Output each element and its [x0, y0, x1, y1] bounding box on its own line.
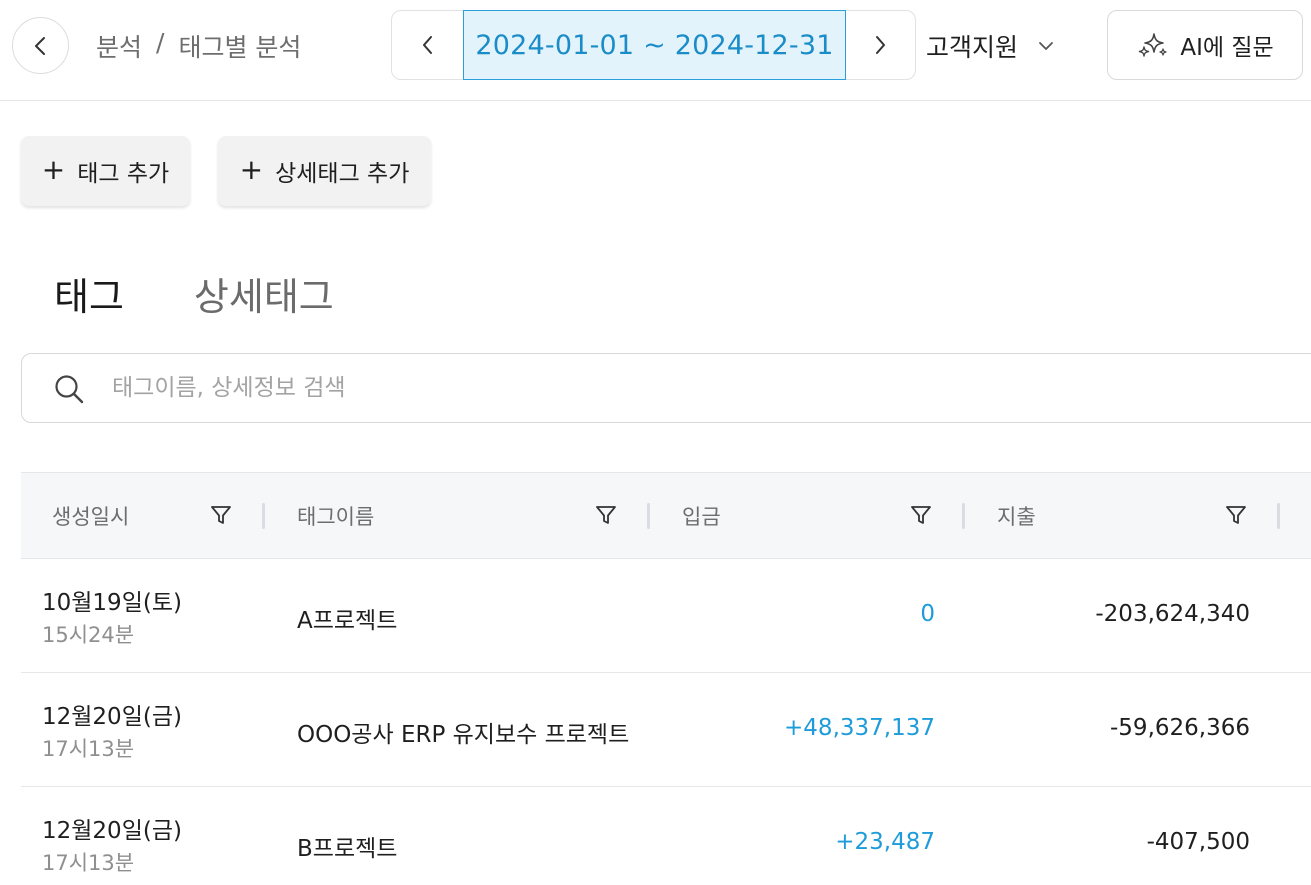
table-row[interactable]: 12월20일(금) 17시13분 OOO공사 ERP 유지보수 프로젝트 +48…: [21, 672, 1311, 786]
table-row[interactable]: 10월19일(토) 15시24분 A프로젝트 0 -203,624,340: [21, 558, 1311, 672]
column-resize-handle[interactable]: [1277, 503, 1280, 529]
row-income: 0: [920, 601, 935, 627]
row-tag-name: A프로젝트: [297, 608, 398, 634]
table-header: 생성일시 태그이름 입금 지출: [21, 472, 1311, 558]
breadcrumb-separator: /: [156, 28, 165, 57]
search-icon: [55, 375, 84, 404]
column-resize-handle[interactable]: [262, 503, 265, 529]
row-tag-name: OOO공사 ERP 유지보수 프로젝트: [297, 722, 630, 748]
breadcrumb: 분석 / 태그별 분석: [96, 28, 301, 64]
previous-period-button[interactable]: [392, 11, 463, 79]
column-header-expense: 지출: [997, 505, 1036, 529]
column-header-created: 생성일시: [52, 505, 130, 529]
column-header-income: 입금: [682, 505, 721, 529]
chevron-right-icon: [876, 36, 885, 54]
table-row[interactable]: 12월20일(금) 17시13분 B프로젝트 +23,487 -407,500: [21, 786, 1311, 885]
add-tag-label: 태그 추가: [77, 161, 170, 187]
add-tag-button[interactable]: + 태그 추가: [21, 136, 190, 206]
column-header-name: 태그이름: [297, 505, 375, 529]
filter-icon[interactable]: [1225, 504, 1247, 526]
tab-bar: 태그 상세태그: [54, 266, 334, 321]
filter-icon[interactable]: [910, 504, 932, 526]
organization-dropdown-value: 고객지원: [926, 33, 1019, 62]
tab-detail-tag[interactable]: 상세태그: [194, 266, 334, 321]
top-bar: 분석 / 태그별 분석 2024-01-01 ~ 2024-12-31 고객지원…: [0, 0, 1311, 101]
row-date: 12월20일(금): [42, 818, 182, 844]
column-resize-handle[interactable]: [647, 503, 650, 529]
tag-table: 생성일시 태그이름 입금 지출 10월19일(토) 15시24분 A프로젝트 0…: [21, 472, 1311, 885]
chevron-left-icon: [34, 36, 45, 55]
sparkles-icon: [1139, 33, 1167, 57]
column-resize-handle[interactable]: [962, 503, 965, 529]
row-tag-name: B프로젝트: [297, 836, 398, 862]
row-date: 10월19일(토): [42, 590, 182, 616]
breadcrumb-parent[interactable]: 분석: [96, 28, 142, 64]
add-detail-tag-button[interactable]: + 상세태그 추가: [218, 136, 431, 206]
date-range-picker: 2024-01-01 ~ 2024-12-31: [391, 10, 916, 80]
row-expense: -407,500: [1146, 829, 1250, 855]
row-income: +48,337,137: [784, 715, 935, 741]
row-expense: -59,626,366: [1110, 715, 1250, 741]
back-button[interactable]: [12, 17, 69, 74]
plus-icon: +: [239, 152, 264, 186]
organization-dropdown[interactable]: 고객지원: [926, 28, 1054, 64]
next-period-button[interactable]: [845, 11, 915, 79]
search-box: [21, 353, 1311, 423]
row-time: 17시13분: [42, 737, 135, 761]
filter-icon[interactable]: [595, 504, 617, 526]
filter-icon[interactable]: [210, 504, 232, 526]
ask-ai-button[interactable]: AI에 질문: [1107, 10, 1303, 80]
search-input[interactable]: [112, 368, 1212, 408]
row-time: 15시24분: [42, 623, 135, 647]
plus-icon: +: [41, 152, 66, 186]
chevron-down-icon: [1039, 42, 1053, 50]
date-range-display[interactable]: 2024-01-01 ~ 2024-12-31: [463, 10, 846, 80]
tab-tag[interactable]: 태그: [54, 266, 124, 321]
chevron-left-icon: [422, 36, 432, 54]
row-income: +23,487: [835, 829, 935, 855]
row-time: 17시13분: [42, 851, 135, 875]
add-detail-tag-label: 상세태그 추가: [275, 161, 410, 187]
row-date: 12월20일(금): [42, 704, 182, 730]
breadcrumb-current: 태그별 분석: [178, 33, 302, 62]
ask-ai-label: AI에 질문: [1180, 35, 1274, 61]
row-expense: -203,624,340: [1095, 601, 1250, 627]
